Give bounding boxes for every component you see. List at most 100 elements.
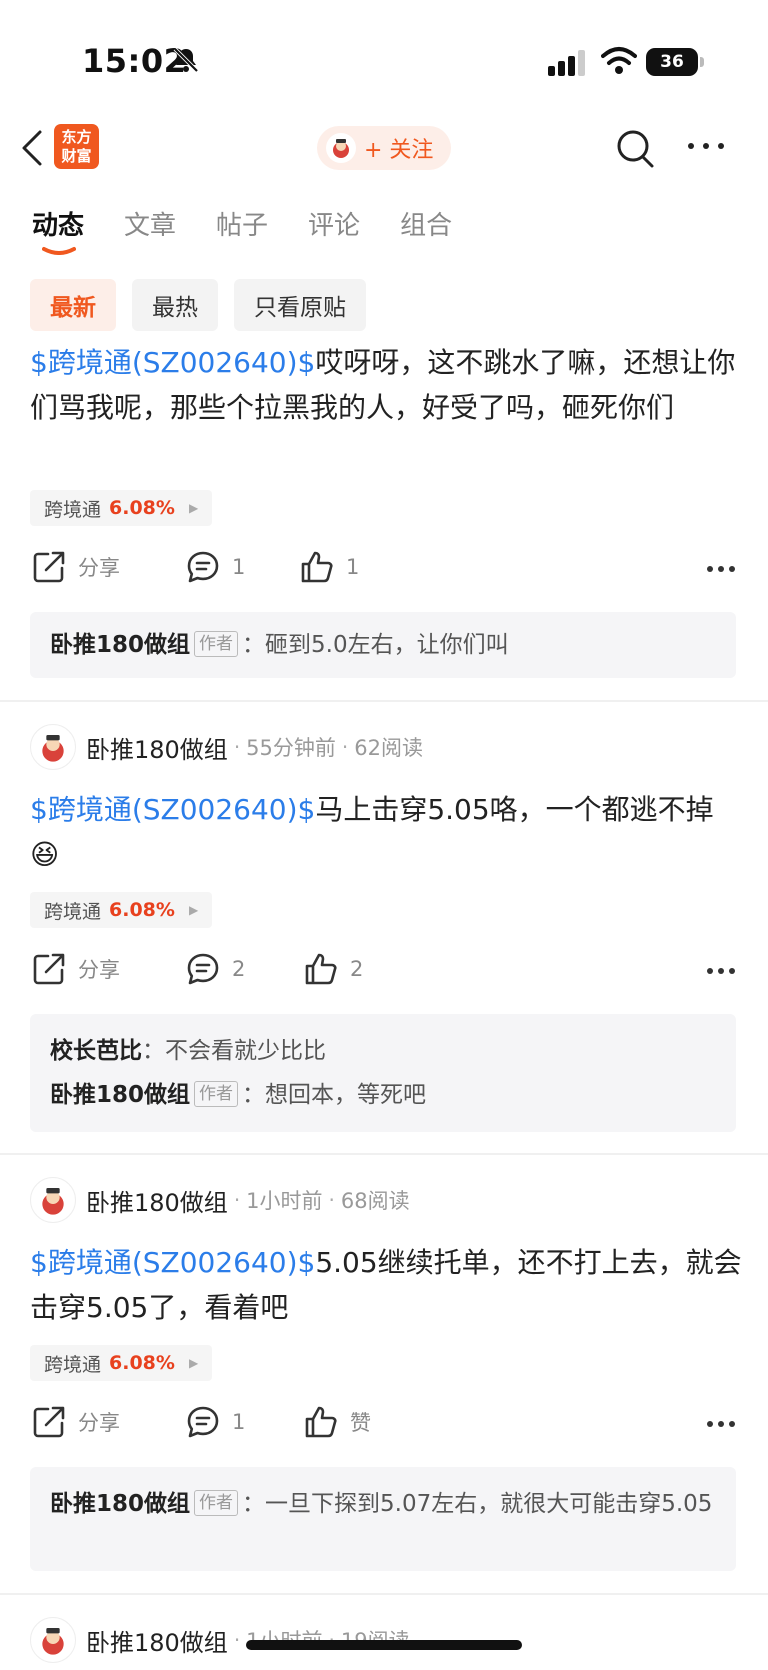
comment-author[interactable]: 校长芭比 (50, 1038, 142, 1064)
fortune-god-icon (42, 1188, 64, 1215)
comment-text: 不会看就少比比 (165, 1038, 326, 1064)
comment-text: 想回本，等死吧 (265, 1082, 427, 1108)
thumbs-up-icon (301, 551, 333, 583)
post-actions: 分享 2 2 (32, 952, 736, 996)
share-icon (33, 551, 65, 583)
bell-muted-icon (173, 47, 199, 73)
post-actions: 分享 1 1 (32, 550, 736, 594)
stock-link[interactable]: $跨境通(SZ002640)$ (30, 346, 315, 379)
follow-label: + 关注 (364, 138, 434, 163)
play-arrow-icon: ▶ (188, 501, 199, 515)
stock-link[interactable]: $跨境通(SZ002640)$ (30, 1246, 315, 1279)
post-body[interactable]: $跨境通(SZ002640)$哎呀呀，这不跳水了嘛，还想让你们骂我呢，那些个拉黑… (30, 340, 742, 430)
tab-articles[interactable]: 文章 (124, 205, 176, 242)
author-badge: 作者 (194, 1081, 239, 1107)
cellular-signal-icon (548, 50, 585, 76)
avatar[interactable] (30, 1177, 76, 1223)
tab-portfolio[interactable]: 组合 (400, 205, 452, 242)
status-time: 15:02 (82, 42, 187, 80)
avatar[interactable] (30, 724, 76, 770)
follow-button[interactable]: + 关注 (317, 126, 451, 170)
header: 东方 财富 + 关注 (0, 120, 768, 200)
search-icon[interactable] (615, 128, 655, 170)
share-button[interactable]: 分享 (32, 952, 120, 986)
back-arrow-icon[interactable] (20, 128, 44, 168)
post-body[interactable]: $跨境通(SZ002640)$5.05继续托单，还不打上去，就会击穿5.05了，… (30, 1240, 742, 1330)
share-icon (33, 953, 65, 985)
comment-preview[interactable]: 卧推180做组 作者 ：一旦下探到5.07左右，就很大可能击穿5.05 (30, 1467, 736, 1571)
like-button[interactable]: 1 (300, 550, 359, 584)
comment-preview[interactable]: 卧推180做组 作者 ：砸到5.0左右，让你们叫 (30, 612, 736, 678)
profile-tabs: 动态 文章 帖子 评论 组合 (32, 205, 492, 255)
status-bar: 15:02 36 (0, 0, 768, 120)
comment-text: 砸到5.0左右，让你们叫 (265, 632, 509, 658)
home-indicator[interactable] (246, 1640, 522, 1650)
share-icon (33, 1406, 65, 1438)
post-divider (0, 1153, 768, 1155)
comment-button[interactable]: 1 (186, 1405, 245, 1439)
more-options-icon[interactable] (706, 1419, 736, 1429)
comment-preview[interactable]: 校长芭比：不会看就少比比 卧推180做组 作者 ：想回本，等死吧 (30, 1014, 736, 1132)
comment-text: 一旦下探到5.07左右，就很大可能击穿5.05 (265, 1491, 713, 1517)
stock-change-pct: 6.08% (109, 497, 175, 519)
comment-item: 卧推180做组 作者 ：一旦下探到5.07左右，就很大可能击穿5.05 (50, 1490, 713, 1517)
comment-button[interactable]: 2 (186, 952, 245, 986)
fortune-god-icon (42, 1628, 64, 1655)
read-count: 68阅读 (340, 1189, 410, 1213)
like-button[interactable]: 赞 (304, 1405, 371, 1439)
filter-pills: 最新 最热 只看原贴 (30, 279, 382, 331)
comment-author[interactable]: 卧推180做组 (50, 632, 190, 658)
stock-tag[interactable]: 跨境通 6.08% ▶ (30, 892, 213, 928)
more-options-icon[interactable] (706, 564, 736, 574)
tab-posts[interactable]: 帖子 (216, 205, 268, 242)
author-badge: 作者 (194, 1490, 239, 1516)
tab-dynamic[interactable]: 动态 (32, 205, 84, 255)
battery-indicator: 36 (646, 48, 704, 76)
more-options-icon[interactable] (706, 966, 736, 976)
post-meta: 卧推180做组 · 1小时前 · 68阅读 (30, 1177, 410, 1223)
wifi-icon (601, 47, 637, 74)
app-logo[interactable]: 东方 财富 (54, 124, 99, 169)
stock-change-pct: 6.08% (109, 1352, 175, 1374)
author-name[interactable]: 卧推180做组 (86, 730, 228, 765)
comment-icon (187, 1406, 219, 1438)
comment-icon (187, 953, 219, 985)
author-name[interactable]: 卧推180做组 (86, 1183, 228, 1218)
like-button[interactable]: 2 (304, 952, 363, 986)
author-badge: 作者 (194, 631, 239, 657)
filter-hottest[interactable]: 最热 (132, 279, 218, 331)
user-avatar-mini (326, 133, 356, 163)
comment-button[interactable]: 1 (186, 550, 245, 584)
author-name[interactable]: 卧推180做组 (86, 1623, 228, 1658)
post-time: 1小时前 (246, 1189, 323, 1213)
post-actions: 分享 1 赞 (32, 1405, 736, 1449)
post-divider (0, 700, 768, 702)
comment-item: 卧推180做组 作者 ：想回本，等死吧 (50, 1081, 427, 1108)
filter-original-only[interactable]: 只看原贴 (234, 279, 366, 331)
play-arrow-icon: ▶ (188, 903, 199, 917)
post-meta: 卧推180做组 · 55分钟前 · 62阅读 (30, 724, 423, 770)
comment-author[interactable]: 卧推180做组 (50, 1082, 190, 1108)
stock-tag[interactable]: 跨境通 6.08% ▶ (30, 490, 213, 526)
comment-item: 卧推180做组 作者 ：砸到5.0左右，让你们叫 (50, 631, 509, 658)
more-options-icon[interactable] (686, 140, 726, 152)
stock-tag[interactable]: 跨境通 6.08% ▶ (30, 1345, 213, 1381)
stock-link[interactable]: $跨境通(SZ002640)$ (30, 793, 315, 826)
share-button[interactable]: 分享 (32, 1405, 120, 1439)
post-body[interactable]: $跨境通(SZ002640)$马上击穿5.05咯，一个都逃不掉😆 (30, 787, 742, 877)
play-arrow-icon: ▶ (188, 1356, 199, 1370)
comment-author[interactable]: 卧推180做组 (50, 1491, 190, 1517)
comment-icon (187, 551, 219, 583)
filter-latest[interactable]: 最新 (30, 279, 116, 331)
stock-change-pct: 6.08% (109, 899, 175, 921)
read-count: 62阅读 (354, 736, 423, 760)
share-button[interactable]: 分享 (32, 550, 120, 584)
comment-item: 校长芭比：不会看就少比比 (50, 1038, 326, 1064)
avatar[interactable] (30, 1617, 76, 1663)
active-tab-indicator (42, 247, 76, 255)
thumbs-up-icon (305, 1406, 337, 1438)
thumbs-up-icon (305, 953, 337, 985)
fortune-god-icon (333, 139, 349, 158)
tab-comments[interactable]: 评论 (308, 205, 360, 242)
post-divider (0, 1593, 768, 1595)
